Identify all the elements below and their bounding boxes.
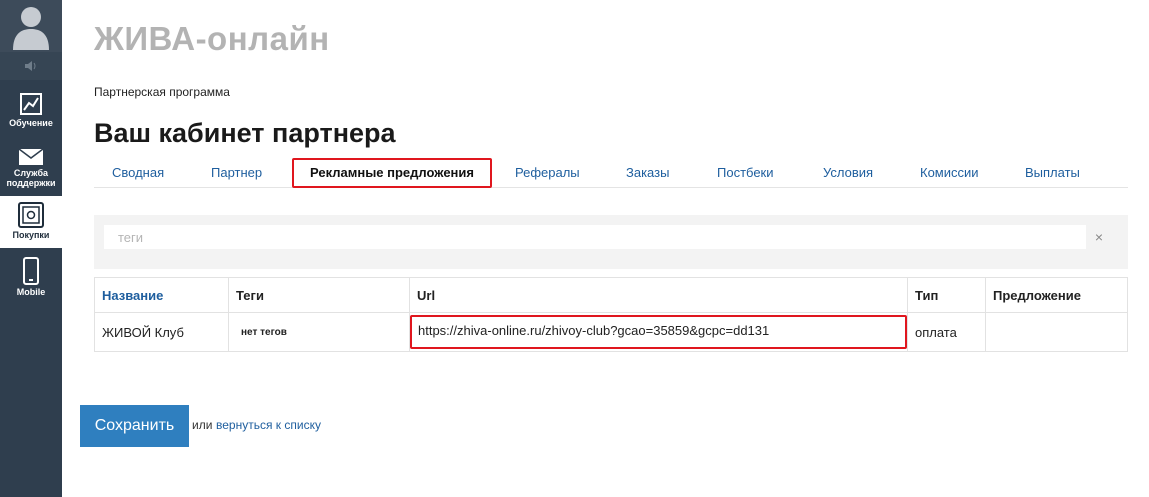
tab-ad-offers[interactable]: Рекламные предложения: [292, 158, 492, 188]
tab-bar: Сводная Партнер Рекламные предложения Ре…: [94, 158, 1128, 188]
tab-postbacks[interactable]: Постбеки: [717, 158, 774, 188]
column-header-offer: Предложение: [985, 277, 1128, 313]
envelope-icon: [18, 148, 44, 165]
offers-table: Название Теги Url Тип Предложение ЖИВОЙ …: [94, 277, 1128, 352]
tab-summary[interactable]: Сводная: [112, 158, 164, 188]
sidebar: Обучение Служба поддержки Покупки Mobile: [0, 0, 62, 497]
tab-commissions[interactable]: Комиссии: [920, 158, 979, 188]
tags-input[interactable]: [104, 225, 1086, 249]
brand-title: ЖИВА-онлайн: [94, 20, 330, 57]
sound-toggle[interactable]: [0, 52, 62, 80]
clear-icon[interactable]: ×: [1090, 225, 1108, 249]
column-header-name[interactable]: Название: [94, 277, 229, 313]
sidebar-item-label: Служба поддержки: [6, 168, 56, 188]
column-header-url: Url: [409, 277, 908, 313]
avatar[interactable]: [0, 0, 62, 52]
sidebar-item-training[interactable]: Обучение: [0, 86, 62, 140]
page-title: Ваш кабинет партнера: [94, 118, 396, 148]
back-to-list-link[interactable]: вернуться к списку: [216, 418, 321, 432]
sidebar-item-mobile[interactable]: Mobile: [0, 252, 62, 304]
sidebar-item-support[interactable]: Служба поддержки: [0, 142, 62, 194]
offer-name-link[interactable]: ЖИВОЙ Клуб: [94, 312, 229, 352]
user-icon: [13, 7, 49, 50]
table-header-row: Название Теги Url Тип Предложение: [94, 277, 1128, 313]
tab-conditions[interactable]: Условия: [823, 158, 873, 188]
offer-url[interactable]: https://zhiva-online.ru/zhivoy-club?gcao…: [410, 315, 907, 349]
sidebar-item-label: Mobile: [16, 287, 46, 297]
sidebar-item-purchases[interactable]: Покупки: [0, 196, 62, 248]
tab-orders[interactable]: Заказы: [626, 158, 669, 188]
tab-partner[interactable]: Партнер: [211, 158, 262, 188]
save-button[interactable]: Сохранить: [80, 405, 189, 447]
offer-url-cell: https://zhiva-online.ru/zhivoy-club?gcao…: [409, 312, 908, 352]
sidebar-item-label: Обучение: [9, 118, 53, 128]
sidebar-item-label: Покупки: [12, 230, 50, 240]
or-label: или: [192, 418, 213, 432]
tab-referrals[interactable]: Рефералы: [515, 158, 580, 188]
table-row: ЖИВОЙ Клуб нет тегов https://zhiva-onlin…: [94, 312, 1128, 352]
tag-filter: ×: [94, 215, 1128, 269]
column-header-type: Тип: [907, 277, 986, 313]
chart-icon: [20, 93, 42, 115]
speaker-icon: [25, 61, 36, 71]
offer-type: оплата: [907, 312, 986, 352]
tab-payouts[interactable]: Выплаты: [1025, 158, 1080, 188]
offer-tags: нет тегов: [228, 312, 410, 352]
breadcrumb[interactable]: Партнерская программа: [94, 85, 230, 99]
offer-proposal: [985, 312, 1128, 352]
safe-icon: [18, 202, 44, 228]
phone-icon: [23, 257, 39, 285]
column-header-tags: Теги: [228, 277, 410, 313]
